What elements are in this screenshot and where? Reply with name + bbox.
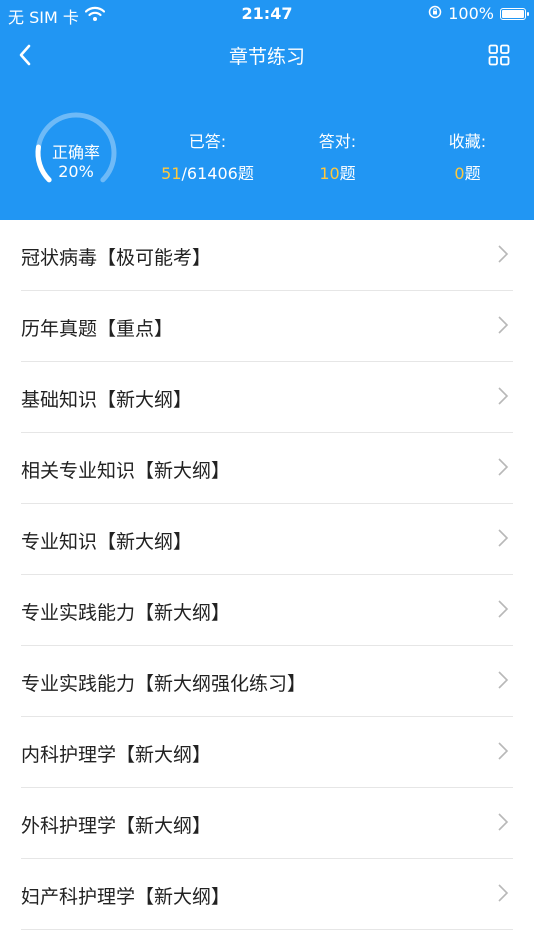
chapter-label: 内科护理学【新大纲】 [21, 744, 212, 766]
chapter-row[interactable]: 妇产科护理学【新大纲】 [21, 859, 513, 930]
chapter-row[interactable]: 冠状病毒【极可能考】 [21, 220, 513, 291]
status-bar: 无 SIM 卡 21:47 100% [0, 0, 534, 28]
chevron-right-icon [498, 316, 509, 334]
accuracy-gauge: 正确率 20% [33, 112, 119, 194]
chapter-label: 冠状病毒【极可能考】 [21, 247, 212, 269]
correct-count: 10 [319, 164, 340, 183]
chevron-right-icon [498, 245, 509, 263]
chapter-label: 历年真题【重点】 [21, 318, 174, 340]
chapter-list: 冠状病毒【极可能考】 历年真题【重点】 基础知识【新大纲】 相关专业知识【新大纲… [0, 220, 534, 930]
favorites-value: 0题 [430, 160, 505, 184]
accuracy-value: 20% [58, 162, 94, 181]
chapter-row[interactable]: 内科护理学【新大纲】 [21, 717, 513, 788]
battery-fill [502, 9, 524, 18]
answered-label: 已答: [188, 132, 227, 151]
chevron-right-icon [498, 529, 509, 547]
chevron-right-icon [498, 813, 509, 831]
correct-label: 答对: [318, 132, 357, 151]
favorites-label: 收藏: [448, 132, 487, 151]
status-right: 100% [428, 4, 529, 23]
stats-panel: 正确率 20% 已答: 51/61406题 答对: 10题 收藏: 0题 [0, 108, 534, 198]
orientation-lock-icon [428, 4, 442, 23]
chapter-row[interactable]: 外科护理学【新大纲】 [21, 788, 513, 859]
answered-count: 51 [161, 164, 182, 183]
page-title: 章节练习 [228, 46, 305, 68]
chapter-label: 专业实践能力【新大纲】 [21, 602, 231, 624]
grid-icon [488, 44, 510, 66]
chapter-label: 专业实践能力【新大纲强化练习】 [21, 673, 307, 695]
chapter-row[interactable]: 相关专业知识【新大纲】 [21, 433, 513, 504]
chevron-right-icon [498, 458, 509, 476]
chapter-row[interactable]: 专业实践能力【新大纲强化练习】 [21, 646, 513, 717]
favorites-count: 0 [454, 164, 465, 183]
correct-unit: 题 [339, 164, 356, 183]
chapter-row[interactable]: 专业知识【新大纲】 [21, 504, 513, 575]
answered-stat: 已答: 51/61406题 [150, 128, 265, 184]
header: 无 SIM 卡 21:47 100% 章节练习 正确率 20% 已答: 51/6… [0, 0, 534, 220]
chapter-label: 专业知识【新大纲】 [21, 531, 193, 553]
favorites-stat[interactable]: 收藏: 0题 [430, 128, 505, 184]
accuracy-label: 正确率 [51, 143, 100, 162]
chevron-right-icon [498, 742, 509, 760]
chapter-label: 相关专业知识【新大纲】 [21, 460, 231, 482]
chapter-row[interactable]: 专业实践能力【新大纲】 [21, 575, 513, 646]
chevron-right-icon [498, 884, 509, 902]
chapter-label: 妇产科护理学【新大纲】 [21, 886, 231, 908]
correct-stat: 答对: 10题 [300, 128, 375, 184]
battery-icon [500, 7, 529, 20]
chapter-label: 外科护理学【新大纲】 [21, 815, 212, 837]
answered-total: /61406题 [181, 164, 254, 183]
chevron-right-icon [498, 600, 509, 618]
battery-percent: 100% [448, 4, 494, 23]
chapter-row[interactable]: 基础知识【新大纲】 [21, 362, 513, 433]
favorites-unit: 题 [464, 164, 481, 183]
navbar: 章节练习 [0, 30, 534, 80]
correct-value: 10题 [300, 160, 375, 184]
grid-menu-button[interactable] [486, 42, 512, 68]
answered-value: 51/61406题 [150, 160, 265, 184]
chevron-right-icon [498, 671, 509, 689]
chapter-label: 基础知识【新大纲】 [21, 389, 193, 411]
chapter-row[interactable]: 历年真题【重点】 [21, 291, 513, 362]
chevron-right-icon [498, 387, 509, 405]
